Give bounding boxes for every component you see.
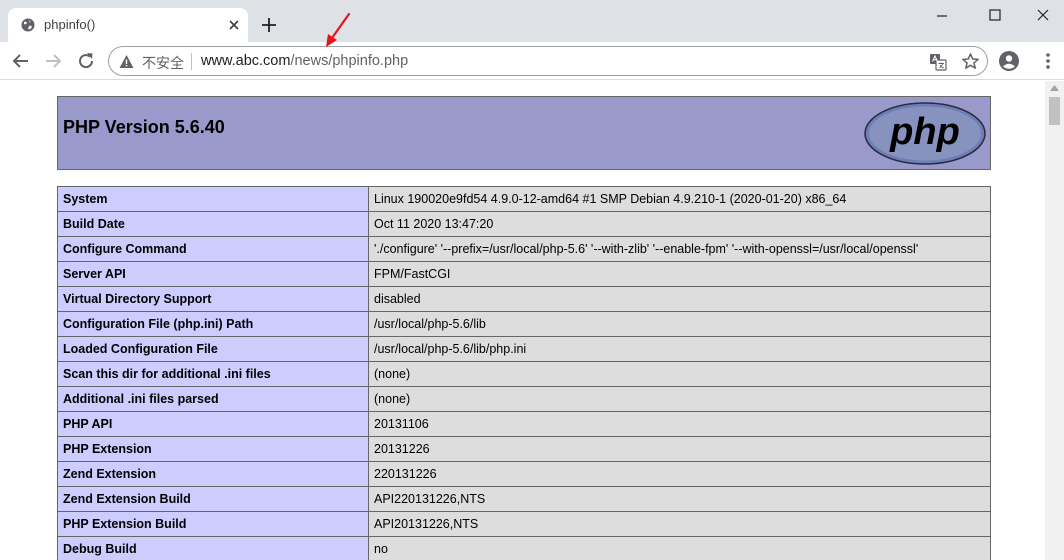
table-row: Configuration File (php.ini) Path/usr/lo…	[57, 311, 991, 337]
browser-toolbar: 不安全 www.abc.com/news/phpinfo.php	[0, 42, 1064, 80]
config-value: FPM/FastCGI	[368, 261, 991, 287]
table-row: Loaded Configuration File/usr/local/php-…	[57, 336, 991, 362]
config-key: Loaded Configuration File	[57, 336, 369, 362]
config-key: Configure Command	[57, 236, 369, 262]
back-arrow-icon[interactable]	[11, 51, 31, 71]
maximize-icon[interactable]	[980, 4, 1010, 28]
config-value: /usr/local/php-5.6/lib/php.ini	[368, 336, 991, 362]
config-value: no	[368, 536, 991, 560]
config-value: 220131226	[368, 461, 991, 487]
annotation-arrow	[326, 12, 351, 47]
reload-icon[interactable]	[76, 51, 96, 71]
tab-strip: phpinfo()	[0, 0, 1064, 42]
url-text[interactable]: www.abc.com/news/phpinfo.php	[201, 53, 408, 69]
address-bar[interactable]: 不安全 www.abc.com/news/phpinfo.php	[108, 46, 988, 76]
kebab-menu-icon[interactable]	[1040, 50, 1056, 72]
table-row: Debug Build no	[57, 536, 991, 560]
config-value: Oct 11 2020 13:47:20	[368, 211, 991, 237]
forward-arrow-icon[interactable]	[43, 51, 63, 71]
translate-icon[interactable]	[929, 53, 947, 71]
close-icon[interactable]	[226, 17, 242, 33]
config-value: API20131226,NTS	[368, 511, 991, 537]
table-row: Scan this dir for additional .ini files(…	[57, 361, 991, 387]
window-close-icon[interactable]	[1028, 4, 1058, 28]
table-row: Configure Command './configure' '--prefix…	[57, 236, 991, 262]
table-row: Zend Extension 220131226	[57, 461, 991, 487]
url-path: /news/phpinfo.php	[290, 53, 409, 69]
config-value: 20131226	[368, 436, 991, 462]
config-key: Zend Extension	[57, 461, 369, 487]
php-logo-text: php	[889, 111, 960, 153]
config-value: disabled	[368, 286, 991, 312]
config-key: PHP Extension Build	[57, 511, 369, 537]
table-row: System Linux 190020e9fd54 4.9.0-12-amd64 …	[57, 186, 991, 212]
star-icon[interactable]	[961, 52, 980, 71]
url-host: www.abc.com	[201, 53, 291, 69]
config-value: (none)	[368, 361, 991, 387]
config-key: PHP API	[57, 411, 369, 437]
config-key: Build Date	[57, 211, 369, 237]
config-value: API220131226,NTS	[368, 486, 991, 512]
vertical-scrollbar[interactable]	[1045, 81, 1064, 560]
table-row: PHP API 20131106	[57, 411, 991, 437]
security-label[interactable]: 不安全	[142, 53, 184, 73]
config-key: System	[57, 186, 369, 212]
config-key: Additional .ini files parsed	[57, 386, 369, 412]
config-value: Linux 190020e9fd54 4.9.0-12-amd64 #1 SMP…	[368, 186, 991, 212]
page-viewport: PHP Version 5.6.40 php System Linux 19002…	[0, 81, 1044, 560]
config-value: (none)	[368, 386, 991, 412]
scroll-up-arrow-icon[interactable]	[1050, 85, 1059, 91]
php-logo[interactable]: php	[864, 102, 986, 165]
table-row: Virtual Directory Support disabled	[57, 286, 991, 312]
minimize-icon[interactable]	[927, 4, 957, 28]
omnibox-separator	[191, 53, 192, 70]
table-row: Additional .ini files parsed (none)	[57, 386, 991, 412]
table-row: Server API FPM/FastCGI	[57, 261, 991, 287]
scrollbar-thumb[interactable]	[1049, 97, 1060, 125]
table-row: Build Date Oct 11 2020 13:47:20	[57, 211, 991, 237]
browser-tab[interactable]: phpinfo()	[8, 8, 248, 42]
tab-title: phpinfo()	[44, 17, 96, 32]
warning-icon[interactable]	[119, 54, 134, 69]
profile-icon[interactable]	[998, 50, 1020, 72]
config-key: Zend Extension Build	[57, 486, 369, 512]
config-key: PHP Extension	[57, 436, 369, 462]
config-value: './configure' '--prefix=/usr/local/php-5…	[368, 236, 991, 262]
globe-icon	[21, 18, 35, 32]
config-key: Virtual Directory Support	[57, 286, 369, 312]
config-value: /usr/local/php-5.6/lib	[368, 311, 991, 337]
config-key: Server API	[57, 261, 369, 287]
table-row: Zend Extension Build API220131226,NTS	[57, 486, 991, 512]
table-row: PHP Extension 20131226	[57, 436, 991, 462]
php-info-table-body: System Linux 190020e9fd54 4.9.0-12-amd64 …	[57, 186, 991, 560]
php-version-title: PHP Version 5.6.40	[63, 117, 225, 137]
table-row: PHP Extension Build API20131226,NTS	[57, 511, 991, 537]
config-value: 20131106	[368, 411, 991, 437]
config-key: Configuration File (php.ini) Path	[57, 311, 369, 337]
php-version-header: PHP Version 5.6.40 php	[57, 96, 991, 170]
config-key: Scan this dir for additional .ini files	[57, 361, 369, 387]
plus-icon[interactable]	[260, 16, 278, 34]
php-info-table: System Linux 190020e9fd54 4.9.0-12-amd64 …	[57, 186, 991, 560]
config-key: Debug Build	[57, 536, 369, 560]
